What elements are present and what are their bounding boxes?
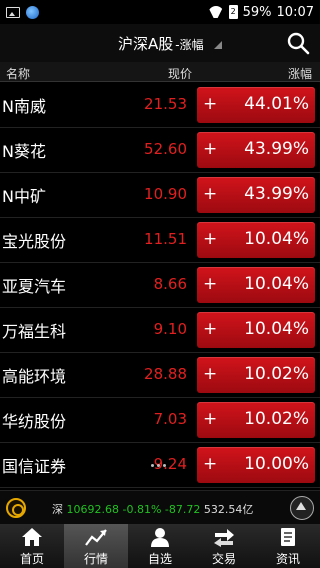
chart-icon xyxy=(85,529,107,546)
stock-row[interactable]: N葵花 52.60 + 43.99% xyxy=(0,127,320,173)
index-delta: -87.72 xyxy=(164,503,201,516)
change-sign: + xyxy=(203,319,218,339)
change-percent: 10.04% xyxy=(244,319,309,339)
nav-label: 首页 xyxy=(19,552,44,566)
search-icon[interactable] xyxy=(286,31,310,55)
stock-price: 11.51 xyxy=(144,230,187,248)
stock-price: 8.66 xyxy=(153,275,187,293)
nav-item-home[interactable]: 首页 xyxy=(0,524,64,568)
index-percent: -0.81% xyxy=(122,503,162,516)
stock-row[interactable]: N南威 21.53 + 44.01% xyxy=(0,82,320,128)
change-percent: 10.04% xyxy=(244,229,309,249)
change-sign: + xyxy=(203,409,218,429)
image-notification-icon xyxy=(6,6,20,18)
stock-price: 52.60 xyxy=(144,140,187,158)
market-title: 沪深A股 xyxy=(118,35,174,53)
loading-dots-icon xyxy=(151,464,166,467)
stock-row[interactable]: 高能环境 28.88 + 10.02% xyxy=(0,352,320,398)
stock-name: 华纺股份 xyxy=(2,412,67,431)
stock-price: 10.90 xyxy=(144,185,187,203)
browser-notification-icon xyxy=(26,5,39,19)
stock-row[interactable]: N中矿 10.90 + 43.99% xyxy=(0,172,320,218)
dropdown-caret-icon xyxy=(213,41,222,49)
battery-icon: 2 xyxy=(228,5,238,19)
change-percent: 44.01% xyxy=(244,94,309,114)
index-logo-icon xyxy=(6,498,26,518)
person-icon xyxy=(151,528,169,547)
nav-item-news[interactable]: 资讯 xyxy=(256,524,320,568)
change-sign: + xyxy=(203,364,218,384)
stock-row[interactable]: 万福生科 9.10 + 10.04% xyxy=(0,307,320,353)
home-icon xyxy=(22,528,42,546)
index-volume: 532.54亿 xyxy=(203,503,254,516)
app-header: 沪深A股 -涨幅 xyxy=(0,24,320,62)
change-sign: + xyxy=(203,454,218,474)
status-bar: 2 59% 10:07 xyxy=(0,0,320,24)
change-badge[interactable]: + 10.04% xyxy=(197,222,315,258)
stock-row[interactable]: 亚夏汽车 8.66 + 10.04% xyxy=(0,262,320,308)
change-badge[interactable]: + 43.99% xyxy=(197,177,315,213)
stock-price: 21.53 xyxy=(144,95,187,113)
change-percent: 10.00% xyxy=(244,454,309,474)
nav-item-trade[interactable]: 交易 xyxy=(192,524,256,568)
stock-name: 国信证券 xyxy=(2,457,67,476)
scroll-to-top-icon[interactable] xyxy=(290,496,314,520)
nav-label: 自选 xyxy=(147,552,172,566)
stock-price: 7.03 xyxy=(153,410,187,428)
transfer-icon xyxy=(214,529,234,547)
index-ticker[interactable]: 深 10692.68 -0.81% -87.72 532.54亿 xyxy=(0,490,320,524)
stock-name: 宝光股份 xyxy=(2,232,67,251)
wifi-icon xyxy=(208,6,224,18)
sort-label: -涨幅 xyxy=(175,38,204,52)
stock-row[interactable]: 华纺股份 7.03 + 10.02% xyxy=(0,397,320,443)
change-badge[interactable]: + 10.04% xyxy=(197,312,315,348)
change-sign: + xyxy=(203,94,218,114)
document-icon xyxy=(281,528,295,546)
stock-list[interactable]: N南威 21.53 + 44.01% N葵花 52.60 + 43.99% N中… xyxy=(0,82,320,490)
change-percent: 10.02% xyxy=(244,364,309,384)
change-sign: + xyxy=(203,139,218,159)
index-ticker-text: 深 10692.68 -0.81% -87.72 532.54亿 xyxy=(52,501,253,517)
change-percent: 43.99% xyxy=(244,184,309,204)
stock-name: N中矿 xyxy=(2,187,46,206)
column-name-header[interactable]: 名称 xyxy=(6,65,30,82)
stock-name: N葵花 xyxy=(2,142,46,161)
stock-price: 9.10 xyxy=(153,320,187,338)
index-name: 深 xyxy=(52,503,63,516)
change-sign: + xyxy=(203,274,218,294)
change-badge[interactable]: + 44.01% xyxy=(197,87,315,123)
change-badge[interactable]: + 10.02% xyxy=(197,357,315,393)
change-percent: 10.02% xyxy=(244,409,309,429)
nav-item-market[interactable]: 行情 xyxy=(64,524,128,568)
change-percent: 43.99% xyxy=(244,139,309,159)
index-value: 10692.68 xyxy=(66,503,120,516)
nav-label: 资讯 xyxy=(275,552,300,566)
column-change-header[interactable]: 涨幅 xyxy=(288,65,312,82)
nav-label: 交易 xyxy=(211,552,236,566)
change-percent: 10.04% xyxy=(244,274,309,294)
bottom-nav: 首页 行情 自选 交易 资讯 xyxy=(0,524,320,568)
change-sign: + xyxy=(203,184,218,204)
column-price-header[interactable]: 现价 xyxy=(168,65,192,82)
stock-name: 万福生科 xyxy=(2,322,67,341)
stock-name: N南威 xyxy=(2,97,46,116)
change-badge[interactable]: + 10.00% xyxy=(197,447,315,483)
nav-item-watchlist[interactable]: 自选 xyxy=(128,524,192,568)
stock-price: 28.88 xyxy=(144,365,187,383)
clock: 10:07 xyxy=(276,4,314,20)
change-sign: + xyxy=(203,229,218,249)
change-badge[interactable]: + 10.02% xyxy=(197,402,315,438)
stock-name: 高能环境 xyxy=(2,367,67,386)
market-selector[interactable]: 沪深A股 -涨幅 xyxy=(118,33,222,54)
stock-name: 亚夏汽车 xyxy=(2,277,67,296)
battery-level: 59% xyxy=(242,4,272,20)
change-badge[interactable]: + 43.99% xyxy=(197,132,315,168)
column-header: 名称 现价 涨幅 xyxy=(0,62,320,82)
stock-row[interactable]: 宝光股份 11.51 + 10.04% xyxy=(0,217,320,263)
nav-label: 行情 xyxy=(83,552,108,566)
change-badge[interactable]: + 10.04% xyxy=(197,267,315,303)
